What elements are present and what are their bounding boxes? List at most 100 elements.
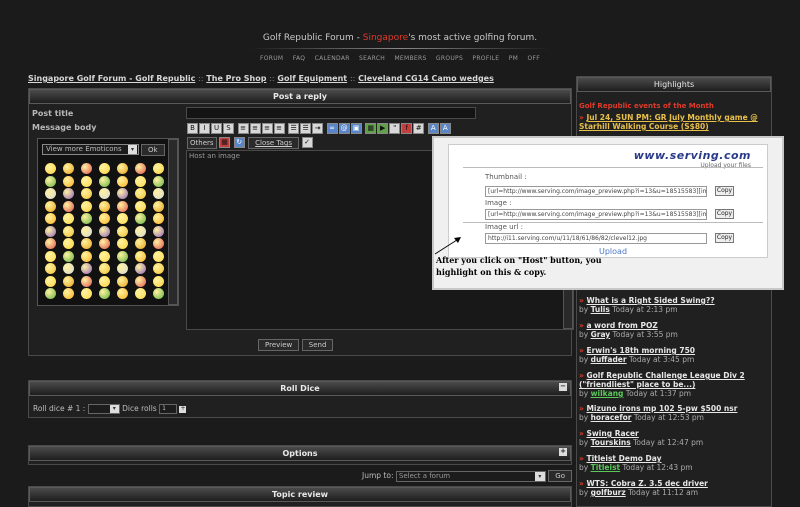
emoticon-icon[interactable] bbox=[45, 263, 56, 274]
emoticon-icon[interactable] bbox=[135, 250, 146, 262]
nav-search[interactable]: SEARCH bbox=[359, 55, 385, 62]
thumbnail-field[interactable]: [url=http://www.serving.com/image_previe… bbox=[485, 186, 707, 197]
sidebar-topic-link[interactable]: a word from POZ bbox=[586, 321, 657, 330]
emoticon-icon[interactable] bbox=[63, 250, 74, 262]
quote-icon[interactable]: " bbox=[389, 123, 401, 134]
bold-icon[interactable]: B bbox=[187, 123, 198, 134]
nav-groups[interactable]: GROUPS bbox=[436, 55, 463, 62]
emoticon-icon[interactable] bbox=[81, 175, 92, 187]
sidebar-topic-link[interactable]: Titleist Demo Day bbox=[586, 454, 661, 463]
emoticon-icon[interactable] bbox=[63, 213, 74, 224]
emoticon-icon[interactable] bbox=[81, 163, 92, 174]
emoticon-icon[interactable] bbox=[135, 213, 146, 224]
email-icon[interactable]: @ bbox=[338, 123, 350, 134]
emoticon-icon[interactable] bbox=[135, 275, 146, 287]
emoticon-icon[interactable] bbox=[45, 238, 56, 249]
author-link[interactable]: wilkang bbox=[591, 389, 624, 398]
sidebar-topic-link[interactable]: What is a Right Sided Swing?? bbox=[586, 296, 714, 305]
emoticon-icon[interactable] bbox=[99, 163, 110, 174]
emoticon-icon[interactable] bbox=[45, 250, 56, 262]
emoticon-icon[interactable] bbox=[81, 200, 92, 212]
collapse-icon[interactable]: − bbox=[559, 383, 567, 391]
emoticon-icon[interactable] bbox=[63, 263, 74, 274]
media-icon[interactable]: ▶ bbox=[377, 123, 389, 134]
add-dice-icon[interactable]: + bbox=[179, 405, 187, 413]
emoticon-icon[interactable] bbox=[117, 263, 128, 274]
breadcrumb-topic[interactable]: Cleveland CG14 Camo wedges bbox=[358, 74, 494, 83]
flash-icon[interactable]: f bbox=[401, 123, 413, 134]
code-icon[interactable]: # bbox=[413, 123, 425, 134]
indent-icon[interactable]: ⇥ bbox=[312, 123, 324, 134]
event-link[interactable]: Jul 24, SUN PM: GR July Monthly game @ S… bbox=[579, 113, 758, 131]
emoticon-icon[interactable] bbox=[153, 263, 164, 274]
emoticon-icon[interactable] bbox=[135, 188, 146, 199]
emoticon-icon[interactable] bbox=[117, 163, 128, 174]
author-link[interactable]: Tourskins bbox=[591, 438, 631, 447]
emoticon-icon[interactable] bbox=[99, 213, 110, 224]
upload-link[interactable]: Upload bbox=[599, 247, 627, 256]
emoticon-icon[interactable] bbox=[99, 263, 110, 274]
emoticon-icon[interactable] bbox=[135, 200, 146, 212]
image-icon[interactable]: ▣ bbox=[350, 123, 362, 134]
font-color-icon[interactable]: A bbox=[427, 123, 439, 134]
underline-icon[interactable]: U bbox=[211, 123, 222, 134]
emoticon-icon[interactable] bbox=[153, 163, 164, 174]
font-size-icon[interactable]: A bbox=[439, 123, 451, 134]
emoticon-icon[interactable] bbox=[99, 200, 110, 212]
emoticon-icon[interactable] bbox=[81, 250, 92, 262]
roll-dice-header[interactable]: Roll Dice − bbox=[29, 381, 571, 396]
table-icon[interactable]: ▦ bbox=[365, 123, 377, 134]
emoticon-icon[interactable] bbox=[63, 275, 74, 287]
italic-icon[interactable]: I bbox=[199, 123, 210, 134]
host-image-link[interactable]: Host an image bbox=[189, 152, 240, 160]
strike-icon[interactable]: S bbox=[223, 123, 234, 134]
nav-members[interactable]: MEMBERS bbox=[394, 55, 426, 62]
emoticon-icon[interactable] bbox=[63, 188, 74, 199]
roll-dice-select[interactable]: ▾ bbox=[87, 404, 120, 414]
nav-faq[interactable]: FAQ bbox=[293, 55, 306, 62]
align-left-icon[interactable]: ≡ bbox=[237, 123, 249, 134]
author-link[interactable]: Gray bbox=[591, 330, 611, 339]
align-right-icon[interactable]: ≡ bbox=[261, 123, 273, 134]
sidebar-topic-link[interactable]: Swing Racer bbox=[586, 429, 638, 438]
emoticon-icon[interactable] bbox=[117, 225, 128, 237]
image-url-copy-button[interactable]: Copy bbox=[715, 233, 734, 243]
author-link[interactable]: duffader bbox=[591, 355, 627, 364]
nav-forum[interactable]: FORUM bbox=[260, 55, 283, 62]
emoticon-icon[interactable] bbox=[135, 225, 146, 237]
emoticon-icon[interactable] bbox=[117, 213, 128, 224]
sidebar-topic-link[interactable]: Mizuno irons mp 102 5-pw $500 nsr bbox=[586, 404, 737, 413]
breadcrumb-pro-shop[interactable]: The Pro Shop bbox=[206, 74, 266, 83]
emoticon-icon[interactable] bbox=[135, 175, 146, 187]
emoticon-icon[interactable] bbox=[81, 263, 92, 274]
emoticon-icon[interactable] bbox=[117, 238, 128, 249]
emoticons-select[interactable]: View more Emoticons ▾ bbox=[42, 144, 139, 155]
jump-to-select[interactable]: Select a forum ▾ bbox=[395, 470, 546, 482]
emoticon-scrollbar[interactable] bbox=[168, 139, 178, 305]
emoticon-icon[interactable] bbox=[117, 288, 128, 299]
emoticon-icon[interactable] bbox=[63, 163, 74, 174]
emoticon-icon[interactable] bbox=[45, 188, 56, 199]
align-center-icon[interactable]: ≡ bbox=[249, 123, 261, 134]
preview-button[interactable]: Preview bbox=[258, 339, 300, 351]
emoticon-icon[interactable] bbox=[153, 225, 164, 237]
emoticon-icon[interactable] bbox=[153, 288, 164, 299]
list-icon[interactable]: ☰ bbox=[288, 123, 300, 134]
image-field[interactable]: [url=http://www.serving.com/image_previe… bbox=[485, 209, 707, 220]
thumbnail-copy-button[interactable]: Copy bbox=[715, 186, 734, 196]
emoticon-icon[interactable] bbox=[63, 175, 74, 187]
emoticon-icon[interactable] bbox=[99, 288, 110, 299]
emoticon-icon[interactable] bbox=[117, 188, 128, 199]
expand-icon[interactable]: + bbox=[559, 448, 567, 456]
emoticon-icon[interactable] bbox=[45, 175, 56, 187]
emoticon-icon[interactable] bbox=[81, 213, 92, 224]
emoticon-icon[interactable] bbox=[153, 200, 164, 212]
close-tags-button[interactable]: Close Tags bbox=[248, 137, 299, 149]
emoticon-icon[interactable] bbox=[153, 188, 164, 199]
emoticon-icon[interactable] bbox=[63, 238, 74, 249]
emoticon-icon[interactable] bbox=[81, 188, 92, 199]
emoticon-icon[interactable] bbox=[153, 238, 164, 249]
emoticon-icon[interactable] bbox=[117, 175, 128, 187]
emoticon-icon[interactable] bbox=[153, 250, 164, 262]
emoticon-icon[interactable] bbox=[81, 288, 92, 299]
